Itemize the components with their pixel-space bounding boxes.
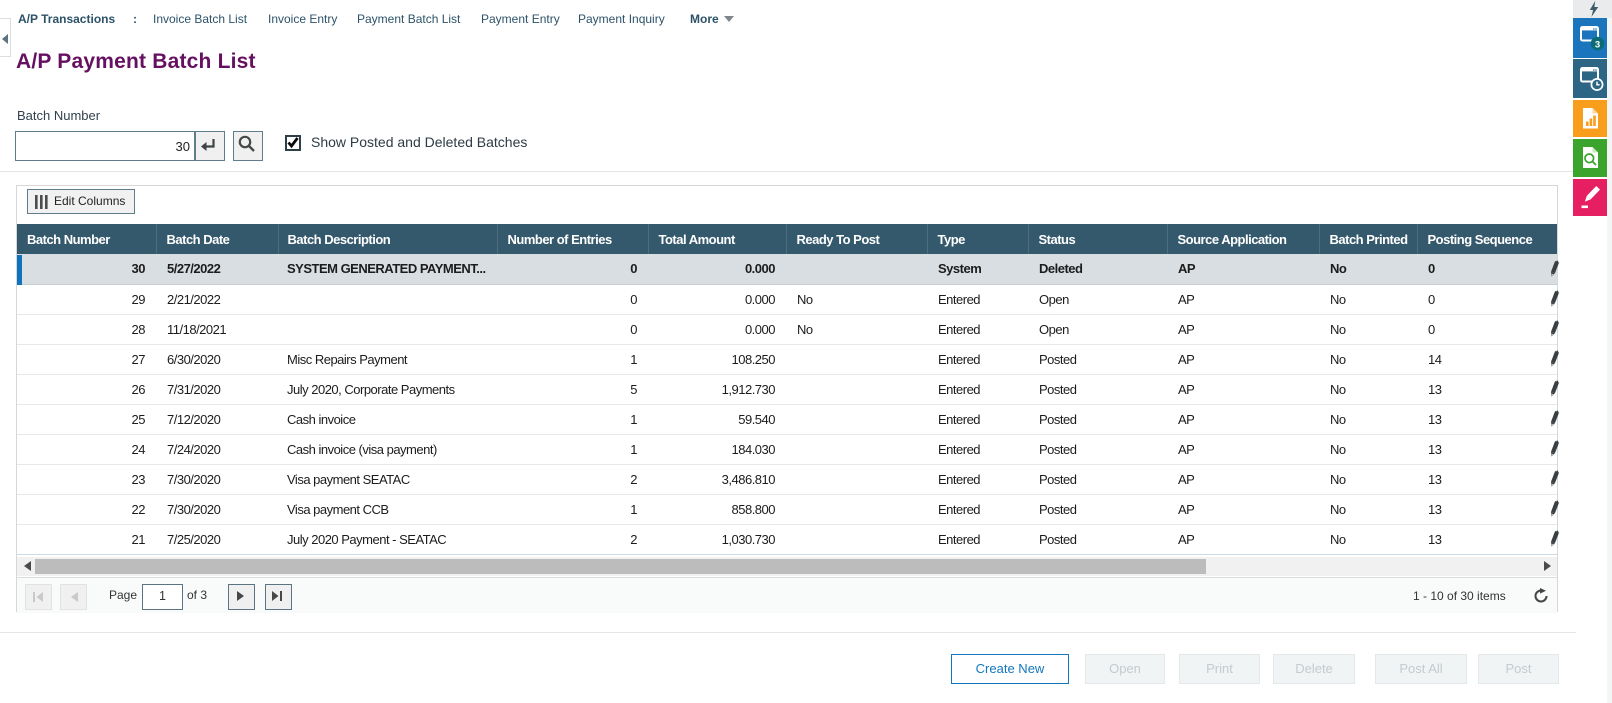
svg-text:3: 3 [1595,39,1600,50]
